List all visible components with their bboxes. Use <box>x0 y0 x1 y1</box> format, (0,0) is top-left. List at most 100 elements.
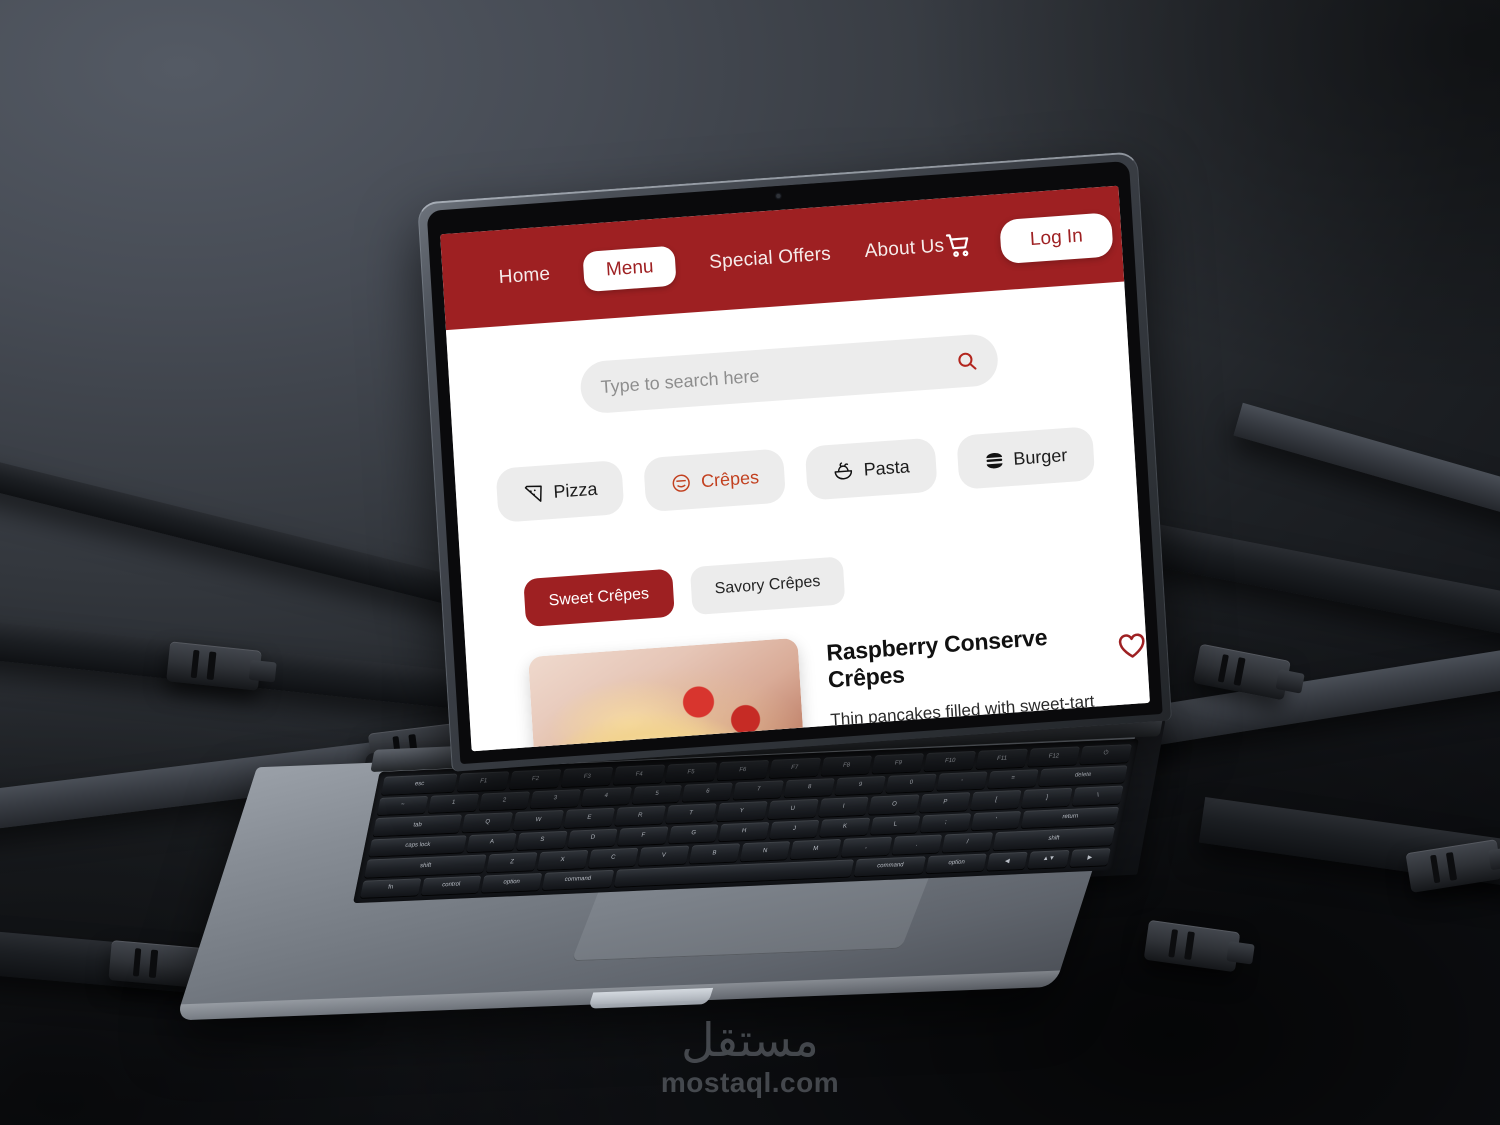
keyboard-key[interactable]: N <box>739 841 791 861</box>
keyboard-key[interactable]: ~ <box>376 795 429 816</box>
nav-item-menu[interactable]: Menu <box>582 245 677 293</box>
keyboard-key[interactable]: 2 <box>478 790 531 811</box>
keyboard-key[interactable]: shift <box>992 826 1116 850</box>
keyboard-key[interactable]: option <box>925 853 987 874</box>
keyboard-key[interactable]: 8 <box>783 777 836 798</box>
login-button[interactable]: Log In <box>998 212 1115 265</box>
keyboard-key[interactable]: O <box>868 794 921 815</box>
keyboard-key[interactable]: F1 <box>457 771 510 792</box>
keyboard-key[interactable]: A <box>466 832 518 853</box>
keyboard-key[interactable]: F7 <box>768 757 821 778</box>
keyboard-key[interactable]: return <box>1020 806 1120 829</box>
keyboard-key[interactable]: 7 <box>732 779 785 800</box>
keyboard-key[interactable]: S <box>516 830 568 851</box>
shopping-cart-icon[interactable] <box>943 230 973 260</box>
nav-item-about-us[interactable]: About Us <box>864 235 945 263</box>
search-box[interactable] <box>579 332 1000 415</box>
crepe-type-tabs: Sweet Crêpes Savory Crêpes <box>523 535 1142 628</box>
keyboard-key[interactable]: B <box>688 843 741 864</box>
keyboard-key[interactable]: C <box>587 847 639 868</box>
keyboard-key[interactable]: 4 <box>580 786 632 807</box>
keyboard-key[interactable]: \ <box>1072 785 1124 806</box>
keyboard-key[interactable]: F4 <box>612 764 666 785</box>
keyboard-key[interactable]: ; <box>920 812 972 833</box>
keyboard-key[interactable]: . <box>891 834 943 855</box>
dish-title: Raspberry Conserve Crêpes <box>825 623 1048 693</box>
keyboard-key[interactable]: command <box>853 855 927 877</box>
keyboard-key[interactable]: F8 <box>820 755 873 776</box>
keyboard-key[interactable]: D <box>567 828 619 848</box>
front-lip-notch <box>587 987 713 1009</box>
keyboard-key[interactable]: 0 <box>885 773 937 793</box>
keyboard-key[interactable]: 3 <box>529 788 581 809</box>
keyboard-key[interactable]: ◀ <box>986 851 1029 871</box>
heart-outline-icon[interactable] <box>1117 630 1148 659</box>
watermark-latin: mostaql.com <box>660 1067 840 1098</box>
keyboard-key[interactable]: W <box>512 809 565 830</box>
keyboard-key[interactable]: T <box>665 803 717 824</box>
keyboard-key[interactable]: F5 <box>664 762 718 783</box>
nav-item-home[interactable]: Home <box>498 264 551 290</box>
keyboard-key[interactable]: shift <box>364 854 487 878</box>
category-chip-pasta[interactable]: Pasta <box>805 437 938 501</box>
keyboard-key[interactable]: caps lock <box>368 834 467 857</box>
keyboard-key[interactable]: F2 <box>509 768 562 789</box>
keyboard-key[interactable]: 6 <box>682 782 734 802</box>
keyboard-key[interactable]: fn <box>360 877 422 898</box>
keyboard-key[interactable]: J <box>768 819 820 840</box>
keyboard-key[interactable]: - <box>936 770 988 791</box>
keyboard-key[interactable]: [ <box>970 789 1022 810</box>
keyboard-key[interactable]: / <box>941 832 994 852</box>
keyboard-key[interactable]: Y <box>716 801 768 821</box>
laptop-device: esc F1 F2 F3 F4 F5 F6 F7 F8 F9 F10 F11 F12 ⏻ ~1 2 3 4 5 6 7… <box>0 0 1500 1125</box>
category-chip-label: Burger <box>1012 444 1068 469</box>
dish-title-row: Raspberry Conserve Crêpes <box>826 617 1148 694</box>
keyboard-key[interactable]: G <box>667 823 719 844</box>
keyboard-key[interactable]: 1 <box>427 793 480 813</box>
keyboard-key[interactable]: Z <box>486 852 538 872</box>
keyboard-key[interactable]: = <box>987 768 1039 789</box>
keyboard-key[interactable]: F3 <box>561 766 614 787</box>
keyboard-key[interactable]: control <box>420 875 482 896</box>
keyboard-key[interactable]: tab <box>372 814 463 836</box>
keyboard-key[interactable]: delete <box>1038 764 1128 787</box>
category-chip-burger[interactable]: Burger <box>955 426 1095 490</box>
search-input[interactable] <box>600 351 949 398</box>
keyboard-key[interactable]: ] <box>1021 787 1073 808</box>
keyboard-key[interactable]: E <box>563 807 615 828</box>
keyboard-key[interactable]: ⏻ <box>1079 744 1132 764</box>
keyboard-key[interactable]: U <box>766 798 819 819</box>
keyboard-key[interactable]: P <box>919 792 971 812</box>
keyboard-key[interactable]: F12 <box>1027 746 1081 767</box>
keyboard-key[interactable]: esc <box>381 773 458 795</box>
keyboard-key[interactable]: F6 <box>716 759 770 780</box>
keyboard-key[interactable]: V <box>638 845 690 866</box>
keyboard-key[interactable]: , <box>840 836 892 857</box>
keyboard-key[interactable]: ▲▼ <box>1027 849 1070 869</box>
keyboard-key[interactable]: option <box>480 872 543 893</box>
keyboard-key[interactable]: H <box>718 821 770 842</box>
keyboard-key[interactable]: 9 <box>834 775 887 796</box>
search-icon[interactable] <box>955 349 978 373</box>
keyboard-key[interactable]: command <box>541 869 615 890</box>
screen-bezel: Home Menu Special Offers About Us Log In <box>426 160 1163 765</box>
keyboard-key[interactable]: X <box>536 849 589 870</box>
keyboard-key[interactable]: I <box>817 796 870 817</box>
keyboard-key[interactable]: ▶ <box>1069 847 1111 867</box>
category-chip-pizza[interactable]: Pizza <box>495 459 625 523</box>
keyboard-key[interactable]: Q <box>461 812 514 832</box>
category-chip-crepes[interactable]: Crêpes <box>643 448 787 513</box>
keyboard-key[interactable]: F10 <box>923 750 977 771</box>
tab-sweet-crepes[interactable]: Sweet Crêpes <box>523 568 675 628</box>
tab-savory-crepes[interactable]: Savory Crêpes <box>689 556 846 616</box>
keyboard-key[interactable]: F9 <box>872 753 925 773</box>
keyboard-key[interactable]: R <box>614 805 666 826</box>
keyboard-key[interactable]: 5 <box>631 784 683 804</box>
nav-item-special-offers[interactable]: Special Offers <box>709 243 832 274</box>
keyboard-key[interactable]: L <box>869 814 921 835</box>
keyboard-key[interactable]: F <box>617 825 669 846</box>
keyboard-key[interactable]: F11 <box>975 748 1029 769</box>
keyboard-key[interactable]: M <box>790 838 842 859</box>
keyboard-key[interactable]: K <box>819 817 871 837</box>
keyboard-key[interactable]: ' <box>970 810 1022 831</box>
